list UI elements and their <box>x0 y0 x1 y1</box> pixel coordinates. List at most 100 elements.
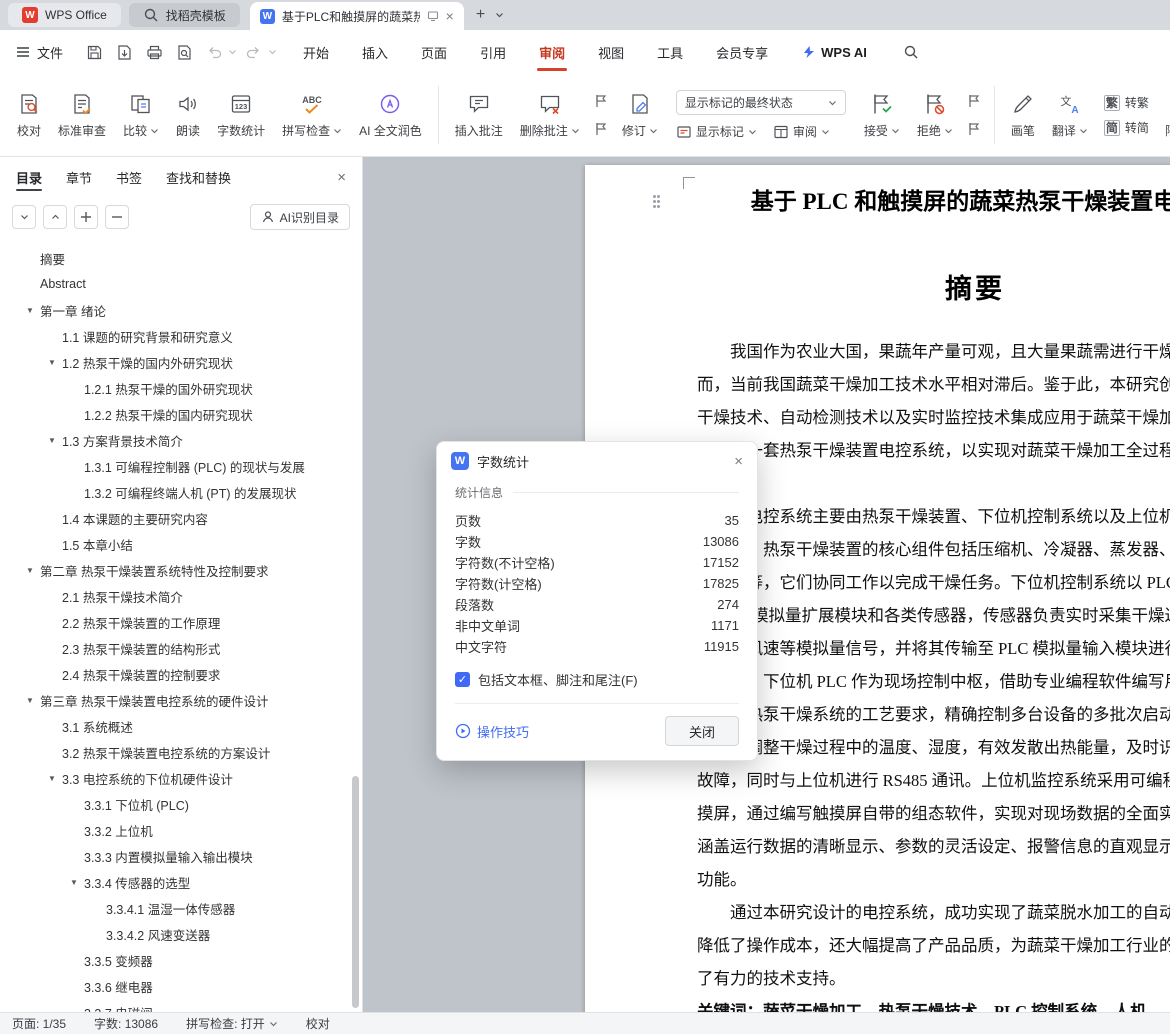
accept-button[interactable]: 接受 <box>857 85 907 145</box>
show-markup-button[interactable]: 显示标记 <box>676 123 757 140</box>
checkbox-checked-icon[interactable]: ✓ <box>455 672 470 687</box>
tips-link[interactable]: 操作技巧 <box>455 722 529 741</box>
toc-item[interactable]: Abstract <box>0 271 362 297</box>
new-tab-button[interactable]: + <box>476 6 485 24</box>
next-change-flag-icon[interactable] <box>593 121 609 137</box>
proofread-button[interactable]: 校对 <box>10 85 48 145</box>
prev-change-flag-icon[interactable] <box>966 93 982 109</box>
paragraph-drag-handle[interactable] <box>653 195 661 210</box>
review-pane-button[interactable]: 审阅 <box>773 123 830 140</box>
toc-item[interactable]: 1.3.2 可编程终端人机 (PT) 的发展现状 <box>0 479 362 505</box>
collapse-chevron-icon[interactable]: ▼ <box>70 878 84 887</box>
menu-tab-tools[interactable]: 工具 <box>657 30 683 74</box>
to-traditional-button[interactable]: 繁转繁 <box>1103 94 1149 111</box>
translate-button[interactable]: 文 A 翻译 <box>1045 85 1095 145</box>
toc-item[interactable]: 1.2.1 热泵干燥的国外研究现状 <box>0 375 362 401</box>
toc-item[interactable]: 3.3.1 下位机 (PLC) <box>0 791 362 817</box>
toc-item[interactable]: ▼ 第二章 热泵干燥装置系统特性及控制要求 <box>0 557 362 583</box>
spell-check-button[interactable]: ABC 拼写检查 <box>275 85 349 145</box>
close-sidebar-icon[interactable]: × <box>337 169 346 186</box>
toc-item[interactable]: 3.3.4.1 温湿一体传感器 <box>0 895 362 921</box>
next-change-flag-icon[interactable] <box>966 121 982 137</box>
undo-chevron-icon[interactable] <box>228 49 237 55</box>
status-proofread[interactable]: 校对 <box>306 1015 330 1032</box>
restrict-edit-button[interactable]: 限制编辑 <box>1158 85 1170 145</box>
track-changes-button[interactable]: 修订 <box>615 85 665 145</box>
toc-item[interactable]: 3.3.5 变频器 <box>0 947 362 973</box>
zoom-out-toc-button[interactable] <box>105 205 129 229</box>
toc-item[interactable]: ▼ 3.3 电控系统的下位机硬件设计 <box>0 765 362 791</box>
toc-item[interactable]: 1.5 本章小结 <box>0 531 362 557</box>
ai-recognize-toc-button[interactable]: AI识别目录 <box>249 204 350 230</box>
sidebar-tab-chapters[interactable]: 章节 <box>66 157 92 197</box>
toc-item[interactable]: 3.2 热泵干燥装置电控系统的方案设计 <box>0 739 362 765</box>
tab-wps-office[interactable]: W WPS Office <box>8 3 121 27</box>
toc-item[interactable]: 3.3.7 电磁阀 <box>0 999 362 1013</box>
status-page-indicator[interactable]: 页面: 1/35 <box>12 1015 66 1032</box>
menu-tab-review[interactable]: 审阅 <box>537 30 568 74</box>
zoom-in-toc-button[interactable] <box>74 205 98 229</box>
tab-document-active[interactable]: W 基于PLC和触摸屏的蔬菜热泵 × <box>249 2 464 30</box>
toc-item[interactable]: 3.3.4.2 风速变送器 <box>0 921 362 947</box>
expand-all-button[interactable] <box>43 205 67 229</box>
redo-chevron-icon[interactable] <box>268 49 277 55</box>
close-tab-icon[interactable]: × <box>446 9 454 23</box>
redo-button[interactable] <box>241 39 267 65</box>
tab-list-chevron-icon[interactable] <box>495 12 504 18</box>
print-button[interactable] <box>141 39 167 65</box>
sidebar-tab-find-replace[interactable]: 查找和替换 <box>166 157 231 197</box>
toc-item[interactable]: ▼ 1.3 方案背景技术简介 <box>0 427 362 453</box>
toc-item[interactable]: 摘要 <box>0 245 362 271</box>
menu-tab-page-layout[interactable]: 页面 <box>421 30 447 74</box>
word-count-dialog-titlebar[interactable]: W 字数统计 × <box>437 442 757 480</box>
toc-item[interactable]: ▼ 1.2 热泵干燥的国内外研究现状 <box>0 349 362 375</box>
tab-template-search[interactable]: 找稻壳模板 <box>128 3 240 27</box>
sidebar-scrollbar-thumb[interactable] <box>352 776 359 1008</box>
menu-tab-premium[interactable]: 会员专享 <box>716 30 768 74</box>
toc-item[interactable]: 3.1 系统概述 <box>0 713 362 739</box>
sidebar-tab-contents[interactable]: 目录 <box>16 157 43 197</box>
menu-tab-start[interactable]: 开始 <box>303 30 329 74</box>
ai-polish-button[interactable]: AI 全文润色 <box>352 85 429 145</box>
collapse-chevron-icon[interactable]: ▼ <box>48 358 62 367</box>
toc-item[interactable]: ▼ 3.3.4 传感器的选型 <box>0 869 362 895</box>
export-button[interactable] <box>111 39 137 65</box>
toc-item[interactable]: 1.4 本课题的主要研究内容 <box>0 505 362 531</box>
insert-comment-button[interactable]: 插入批注 <box>448 85 510 145</box>
delete-comment-button[interactable]: 删除批注 <box>513 85 587 145</box>
toc-item[interactable]: 3.3.6 继电器 <box>0 973 362 999</box>
collapse-chevron-icon[interactable]: ▼ <box>26 696 40 705</box>
reject-button[interactable]: 拒绝 <box>910 85 960 145</box>
toc-item[interactable]: 1.2.2 热泵干燥的国内研究现状 <box>0 401 362 427</box>
collapse-chevron-icon[interactable]: ▼ <box>48 774 62 783</box>
draw-pen-button[interactable]: 画笔 <box>1004 85 1042 145</box>
include-textbox-checkbox[interactable]: ✓ 包括文本框、脚注和尾注(F) <box>455 670 739 689</box>
collapse-chevron-icon[interactable]: ▼ <box>26 306 40 315</box>
to-simplified-button[interactable]: 简转简 <box>1103 119 1149 136</box>
compare-button[interactable]: 比较 <box>116 85 166 145</box>
menu-tab-view[interactable]: 视图 <box>598 30 624 74</box>
word-count-button[interactable]: 123 字数统计 <box>210 85 272 145</box>
toc-item[interactable]: 3.3.3 内置模拟量输入输出模块 <box>0 843 362 869</box>
collapse-chevron-icon[interactable]: ▼ <box>48 436 62 445</box>
toc-item[interactable]: 1.3.1 可编程控制器 (PLC) 的现状与发展 <box>0 453 362 479</box>
toc-item[interactable]: 2.3 热泵干燥装置的结构形式 <box>0 635 362 661</box>
menu-tab-insert[interactable]: 插入 <box>362 30 388 74</box>
toc-item[interactable]: 1.1 课题的研究背景和研究意义 <box>0 323 362 349</box>
read-aloud-button[interactable]: 朗读 <box>169 85 207 145</box>
toc-item[interactable]: 2.1 热泵干燥技术简介 <box>0 583 362 609</box>
collapse-all-button[interactable] <box>12 205 36 229</box>
markup-state-select[interactable]: 显示标记的最终状态 <box>675 90 846 115</box>
search-button[interactable] <box>903 44 919 60</box>
close-dialog-icon[interactable]: × <box>734 454 743 469</box>
toc-item[interactable]: ▼ 第三章 热泵干燥装置电控系统的硬件设计 <box>0 687 362 713</box>
sidebar-tab-bookmarks[interactable]: 书签 <box>116 157 142 197</box>
status-word-count[interactable]: 字数: 13086 <box>94 1015 158 1032</box>
standard-review-button[interactable]: 标准审查 <box>51 85 113 145</box>
menu-tab-references[interactable]: 引用 <box>480 30 506 74</box>
wps-ai-button[interactable]: WPS AI <box>802 45 867 60</box>
status-spellcheck-toggle[interactable]: 拼写检查: 打开 <box>186 1015 278 1032</box>
prev-change-flag-icon[interactable] <box>593 93 609 109</box>
print-preview-button[interactable] <box>171 39 197 65</box>
toc-item[interactable]: 2.4 热泵干燥装置的控制要求 <box>0 661 362 687</box>
